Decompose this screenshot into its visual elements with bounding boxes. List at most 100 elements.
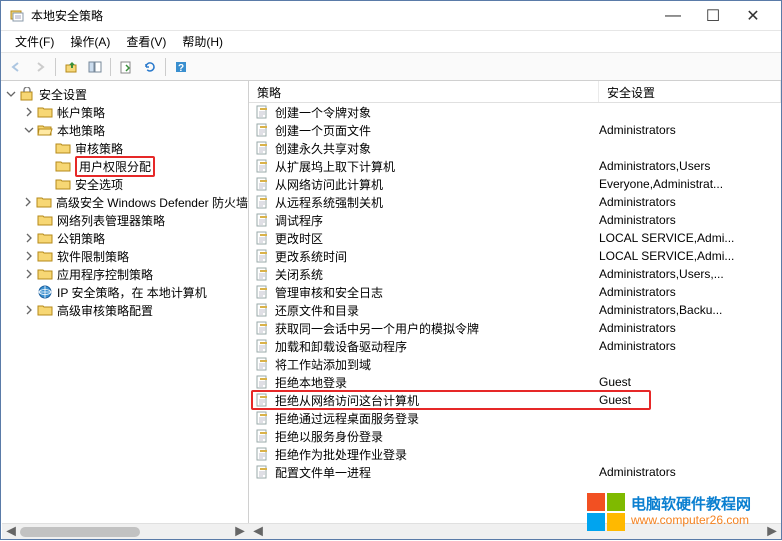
- tree-label: 审核策略: [75, 140, 123, 157]
- svg-text:?: ?: [178, 63, 184, 74]
- expand-icon[interactable]: [23, 250, 35, 262]
- tree-item[interactable]: 软件限制策略: [1, 247, 248, 265]
- policy-icon: [255, 357, 271, 371]
- policy-row[interactable]: 获取同一会话中另一个用户的模拟令牌Administrators: [249, 319, 781, 337]
- policy-row[interactable]: 配置文件单一进程Administrators: [249, 463, 781, 481]
- app-icon: [9, 8, 25, 24]
- policy-row[interactable]: 拒绝作为批处理作业登录: [249, 445, 781, 463]
- folder-open-icon: [37, 123, 53, 137]
- policy-row[interactable]: 从远程系统强制关机Administrators: [249, 193, 781, 211]
- tree-label: IP 安全策略，在 本地计算机: [57, 284, 207, 301]
- policy-row[interactable]: 从网络访问此计算机Everyone,Administrat...: [249, 175, 781, 193]
- close-button[interactable]: ✕: [733, 2, 773, 30]
- tree-item[interactable]: 应用程序控制策略: [1, 265, 248, 283]
- up-button[interactable]: [60, 56, 82, 78]
- policy-row[interactable]: 调试程序Administrators: [249, 211, 781, 229]
- policy-name: 拒绝以服务身份登录: [275, 428, 383, 445]
- policy-name: 还原文件和目录: [275, 302, 359, 319]
- minimize-button[interactable]: —: [653, 2, 693, 30]
- policy-row[interactable]: 将工作站添加到域: [249, 355, 781, 373]
- tree-item[interactable]: IP 安全策略，在 本地计算机: [1, 283, 248, 301]
- show-hide-tree-button[interactable]: [84, 56, 106, 78]
- root-icon: [19, 87, 35, 101]
- policy-name: 创建永久共享对象: [275, 140, 371, 157]
- policy-icon: [255, 249, 271, 263]
- policy-setting: LOCAL SERVICE,Admi...: [599, 249, 781, 263]
- policy-row[interactable]: 拒绝从网络访问这台计算机Guest: [249, 391, 781, 409]
- policy-setting: Administrators,Backu...: [599, 303, 781, 317]
- policy-name: 从扩展坞上取下计算机: [275, 158, 395, 175]
- refresh-button[interactable]: [139, 56, 161, 78]
- policy-list[interactable]: 创建一个令牌对象创建一个页面文件Administrators创建永久共享对象从扩…: [249, 103, 781, 523]
- menu-view[interactable]: 查看(V): [118, 31, 174, 52]
- policy-icon: [255, 177, 271, 191]
- tree-item[interactable]: 用户权限分配: [1, 157, 248, 175]
- tree-item[interactable]: 网络列表管理器策略: [1, 211, 248, 229]
- policy-icon: [255, 141, 271, 155]
- policy-icon: [255, 123, 271, 137]
- policy-row[interactable]: 关闭系统Administrators,Users,...: [249, 265, 781, 283]
- policy-name: 从网络访问此计算机: [275, 176, 383, 193]
- policy-setting: Administrators: [599, 321, 781, 335]
- policy-row[interactable]: 创建永久共享对象: [249, 139, 781, 157]
- tree-item[interactable]: 安全选项: [1, 175, 248, 193]
- tree-item[interactable]: 审核策略: [1, 139, 248, 157]
- menu-file[interactable]: 文件(F): [7, 31, 62, 52]
- policy-row[interactable]: 更改系统时间LOCAL SERVICE,Admi...: [249, 247, 781, 265]
- policy-row[interactable]: 拒绝本地登录Guest: [249, 373, 781, 391]
- policy-row[interactable]: 从扩展坞上取下计算机Administrators,Users: [249, 157, 781, 175]
- policy-name: 管理审核和安全日志: [275, 284, 383, 301]
- policy-row[interactable]: 还原文件和目录 Administrators,Backu...: [249, 301, 781, 319]
- policy-row[interactable]: 管理审核和安全日志Administrators: [249, 283, 781, 301]
- policy-setting: Administrators,Users,...: [599, 267, 781, 281]
- folder-icon: [37, 267, 53, 281]
- policy-row[interactable]: 更改时区LOCAL SERVICE,Admi...: [249, 229, 781, 247]
- policy-icon: [255, 393, 271, 407]
- collapse-icon[interactable]: [23, 124, 35, 136]
- policy-row[interactable]: 拒绝通过远程桌面服务登录: [249, 409, 781, 427]
- folder-icon: [55, 159, 71, 173]
- tree-item[interactable]: 安全设置: [1, 85, 248, 103]
- tree-label: 用户权限分配: [75, 156, 155, 177]
- maximize-button[interactable]: ☐: [693, 2, 733, 30]
- policy-row[interactable]: 创建一个页面文件Administrators: [249, 121, 781, 139]
- column-setting[interactable]: 安全设置: [599, 81, 781, 102]
- ipsec-icon: [37, 285, 53, 299]
- menu-action[interactable]: 操作(A): [62, 31, 118, 52]
- policy-icon: [255, 213, 271, 227]
- export-button[interactable]: [115, 56, 137, 78]
- collapse-icon[interactable]: [5, 88, 17, 100]
- tree-item[interactable]: 本地策略: [1, 121, 248, 139]
- policy-icon: [255, 105, 271, 119]
- policy-row[interactable]: 加载和卸载设备驱动程序Administrators: [249, 337, 781, 355]
- policy-row[interactable]: 拒绝以服务身份登录: [249, 427, 781, 445]
- expand-icon[interactable]: [23, 232, 35, 244]
- policy-icon: [255, 339, 271, 353]
- tree-label: 应用程序控制策略: [57, 266, 153, 283]
- windows-logo-icon: [587, 493, 625, 531]
- folder-icon: [55, 141, 71, 155]
- menu-help[interactable]: 帮助(H): [174, 31, 231, 52]
- expand-icon[interactable]: [23, 304, 35, 316]
- help-button[interactable]: ?: [170, 56, 192, 78]
- folder-icon: [37, 105, 53, 119]
- tree-item[interactable]: 帐户策略: [1, 103, 248, 121]
- tree-item[interactable]: 高级安全 Windows Defender 防火墙: [1, 193, 248, 211]
- policy-name: 创建一个页面文件: [275, 122, 371, 139]
- forward-button: [29, 56, 51, 78]
- toolbar-separator: [110, 58, 111, 76]
- tree-label: 网络列表管理器策略: [57, 212, 165, 229]
- folder-icon: [37, 231, 53, 245]
- expand-icon[interactable]: [23, 106, 35, 118]
- tree-item[interactable]: 高级审核策略配置: [1, 301, 248, 319]
- tree-pane[interactable]: 安全设置帐户策略本地策略审核策略用户权限分配安全选项高级安全 Windows D…: [1, 81, 249, 539]
- column-policy[interactable]: 策略: [249, 81, 599, 102]
- expand-icon[interactable]: [23, 268, 35, 280]
- policy-name: 更改时区: [275, 230, 323, 247]
- watermark: 电脑软硬件教程网 www.computer26.com: [587, 493, 751, 531]
- tree-horiz-scrollbar[interactable]: ◄►: [2, 523, 249, 539]
- policy-row[interactable]: 创建一个令牌对象: [249, 103, 781, 121]
- expand-icon[interactable]: [23, 196, 34, 208]
- policy-setting: Administrators: [599, 195, 781, 209]
- tree-item[interactable]: 公钥策略: [1, 229, 248, 247]
